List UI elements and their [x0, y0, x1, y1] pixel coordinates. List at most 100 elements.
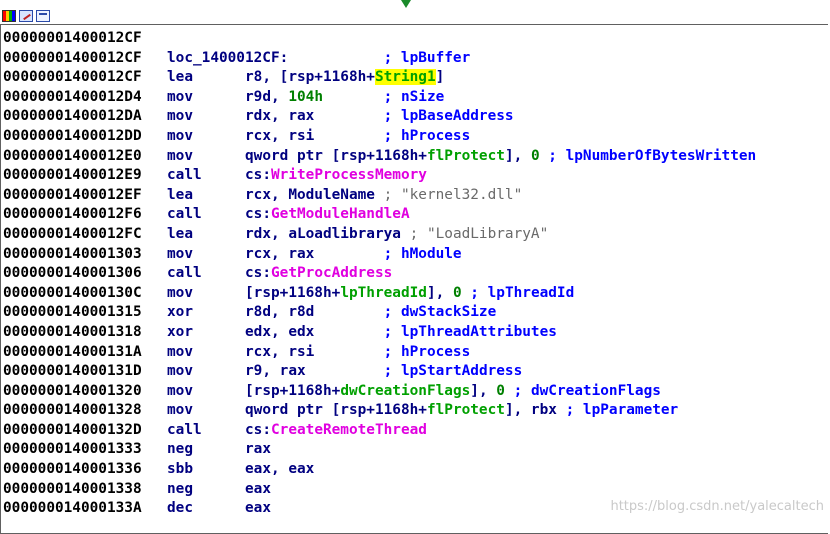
disassembly-line[interactable]: 000000014000132D call cs:CreateRemoteThrea… [3, 421, 756, 441]
mnemonic: mov [167, 147, 193, 164]
address: 0000000140001320 [3, 382, 142, 399]
api-function-name[interactable]: GetModuleHandleA [271, 206, 410, 222]
operand: qword ptr [rsp+1168h+ [245, 402, 427, 419]
disassembly-line[interactable]: 00000001400012EF lea rcx, ModuleName ; "ke… [3, 186, 756, 206]
address: 000000014000131D [3, 363, 142, 380]
mnemonic: lea [167, 69, 193, 86]
disassembly-line[interactable]: 00000001400012DA mov rdx, rax ; lpBaseAddr… [3, 107, 756, 127]
operand: eax [245, 480, 271, 497]
operand: eax, eax [245, 461, 315, 478]
mnemonic: neg [167, 441, 193, 458]
string-comment: ; "kernel32.dll" [383, 186, 523, 203]
disassembly-line[interactable]: 0000000140001315 xor r8d, r8d ; dwStackSiz… [3, 303, 756, 323]
disassembly-line[interactable]: 00000001400012D4 mov r9d, 104h ; nSize [3, 88, 756, 108]
disassembly-line[interactable]: 0000000140001328 mov qword ptr [rsp+1168h+… [3, 401, 756, 421]
address: 000000014000131A [3, 343, 142, 360]
operand: r9d, [245, 88, 289, 105]
address: 0000000140001333 [3, 441, 142, 458]
comment: ; hModule [383, 245, 462, 262]
mnemonic: mov [167, 382, 193, 399]
stack-variable: flProtect [426, 402, 505, 419]
watermark: https://blog.csdn.net/yalecaltech [610, 499, 824, 514]
mnemonic: mov [167, 88, 193, 105]
operand: ], [426, 284, 453, 301]
disassembly-line[interactable]: 000000014000131D mov r9, rax ; lpStartAddr… [3, 362, 756, 382]
comment: ; lpThreadId [470, 284, 575, 301]
mnemonic: mov [167, 127, 193, 144]
address: 0000000140001306 [3, 265, 142, 282]
operand: ], [470, 382, 497, 399]
mnemonic: mov [167, 108, 193, 125]
operand: r8d, r8d [245, 304, 315, 321]
code-label: loc_1400012CF: [167, 49, 289, 66]
graph-overview-icon[interactable] [2, 10, 16, 22]
disassembly-line[interactable]: 00000001400012E9 call cs:WriteProcessMemor… [3, 166, 756, 186]
mnemonic: call [167, 265, 202, 282]
disassembly-line[interactable]: 0000000140001320 mov [rsp+1168h+dwCreation… [3, 382, 756, 402]
immediate-value: 0 [530, 147, 540, 164]
mnemonic: call [167, 167, 202, 184]
address: 000000014000133A [3, 500, 142, 517]
operand: rcx, ModuleName [245, 186, 375, 203]
address: 00000001400012E9 [3, 167, 142, 184]
disassembly-line[interactable]: 000000014000131A mov rcx, rsi ; hProcess [3, 343, 756, 363]
comment: ; lpParameter [565, 402, 679, 419]
disassembly-line[interactable]: 00000001400012F6 call cs:GetModuleHandleA [3, 205, 756, 225]
mnemonic: xor [167, 323, 193, 340]
address: 0000000140001315 [3, 304, 142, 321]
view-icon[interactable] [36, 10, 50, 22]
disassembly-line[interactable]: 000000014000130C mov [rsp+1168h+lpThreadId… [3, 284, 756, 304]
address: 00000001400012FC [3, 225, 142, 242]
operand: rcx, rsi [245, 343, 315, 360]
address: 00000001400012E0 [3, 147, 142, 164]
api-function-name[interactable]: CreateRemoteThread [271, 422, 427, 438]
edit-icon[interactable] [19, 10, 33, 22]
operand: [rsp+1168h+ [245, 284, 341, 301]
disassembly-line[interactable]: 0000000140001338 neg eax [3, 480, 756, 500]
address: 0000000140001303 [3, 245, 142, 262]
operand: edx, edx [245, 323, 315, 340]
api-function-name[interactable]: GetProcAddress [271, 265, 392, 281]
disassembly-line[interactable]: 00000001400012CF lea r8, [rsp+1168h+String… [3, 68, 756, 88]
comment: ; nSize [383, 88, 445, 105]
address: 0000000140001318 [3, 323, 142, 340]
comment: ; dwStackSize [383, 304, 497, 321]
mnemonic: dec [167, 500, 193, 517]
operand: ] [435, 69, 445, 86]
disassembly-line[interactable]: 00000001400012CF [3, 29, 756, 49]
disassembly-line[interactable]: 0000000140001303 mov rcx, rax ; hModule [3, 245, 756, 265]
disassembly-node[interactable]: 00000001400012CF 00000001400012CF loc_1400… [0, 24, 828, 534]
stack-variable: dwCreationFlags [340, 382, 471, 399]
api-function-name[interactable]: WriteProcessMemory [271, 167, 427, 183]
operand: rcx, rsi [245, 127, 315, 144]
disassembly-line[interactable]: 00000001400012E0 mov qword ptr [rsp+1168h+… [3, 147, 756, 167]
address: 00000001400012F6 [3, 206, 142, 223]
operand: rdx, aLoadlibrarya [245, 225, 401, 242]
address: 00000001400012EF [3, 186, 142, 203]
disassembly-line[interactable]: 0000000140001333 neg rax [3, 440, 756, 460]
comment: ; dwCreationFlags [513, 382, 661, 399]
segment-prefix: cs: [245, 265, 271, 282]
disassembly-line[interactable]: 00000001400012CF loc_1400012CF: ; lpBuffe… [3, 49, 756, 69]
comment: ; lpBuffer [383, 49, 471, 66]
string-comment: ; "LoadLibraryA" [409, 225, 549, 242]
disassembly-line[interactable]: 00000001400012FC lea rdx, aLoadlibrarya ; … [3, 225, 756, 245]
address: 00000001400012CF [3, 49, 142, 66]
disassembly-line[interactable]: 0000000140001318 xor edx, edx ; lpThreadAt… [3, 323, 756, 343]
segment-prefix: cs: [245, 167, 271, 184]
address: 00000001400012CF [3, 69, 142, 86]
mnemonic: mov [167, 245, 193, 262]
comment: ; lpThreadAttributes [383, 323, 557, 340]
highlighted-operand: String1 [374, 69, 436, 86]
operand: r9, rax [245, 363, 306, 380]
mnemonic: mov [167, 343, 193, 360]
disassembly-line[interactable]: 00000001400012DD mov rcx, rsi ; hProcess [3, 127, 756, 147]
address: 00000001400012CF [3, 30, 142, 46]
operand: rcx, rax [245, 245, 315, 262]
address: 00000001400012DA [3, 108, 142, 125]
disassembly-line[interactable]: 0000000140001336 sbb eax, eax [3, 460, 756, 480]
stack-variable: flProtect [426, 147, 505, 164]
mnemonic: call [167, 421, 202, 438]
disassembly-line[interactable]: 0000000140001306 call cs:GetProcAddress [3, 264, 756, 284]
comment: ; hProcess [383, 343, 471, 360]
